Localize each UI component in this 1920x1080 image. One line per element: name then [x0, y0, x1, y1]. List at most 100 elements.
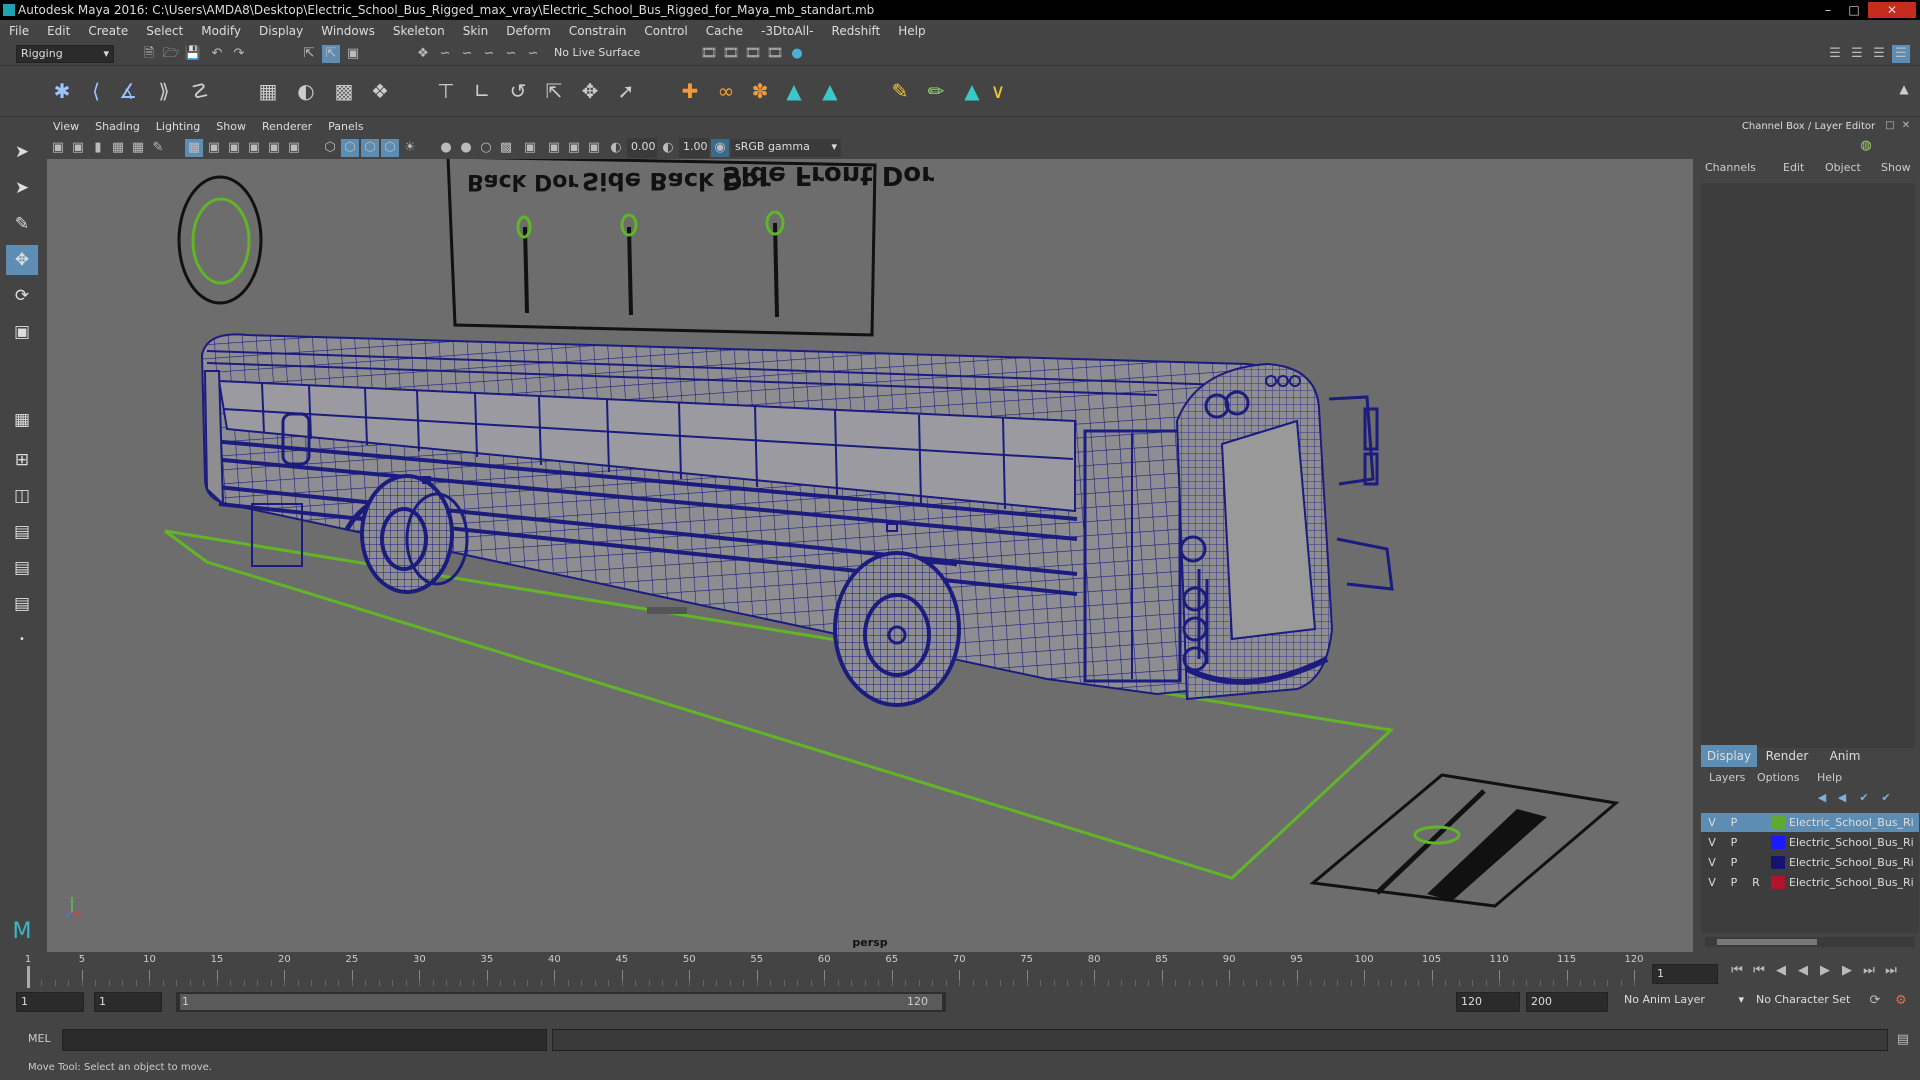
four-pane-layout-icon[interactable]: ⊞	[6, 445, 38, 475]
xray-components-icon[interactable]: ▣	[585, 139, 603, 157]
layer-reference-toggle[interactable]	[1747, 853, 1765, 872]
auto-key-icon[interactable]: ⟳	[1866, 992, 1884, 1010]
snap-view-plane-icon[interactable]: ∽	[480, 45, 498, 63]
panel-menu-view[interactable]: View	[45, 117, 87, 137]
mel-label[interactable]: MEL	[28, 1032, 51, 1045]
animation-preferences-icon[interactable]: ⚙	[1892, 992, 1910, 1010]
layer-visibility-toggle[interactable]: V	[1703, 833, 1721, 852]
motion-blur-icon[interactable]: ○	[477, 139, 495, 157]
front-plate-control[interactable]	[1309, 773, 1620, 908]
scale-tool-icon[interactable]: ▣	[6, 317, 38, 347]
layer-name[interactable]: Electric_School_Bus_Ri	[1789, 873, 1917, 892]
layer-visibility-toggle[interactable]: V	[1703, 813, 1721, 832]
shadows-icon[interactable]: ●	[437, 139, 455, 157]
snap-point-icon[interactable]: ∽	[458, 45, 476, 63]
perspective-viewport[interactable]: Side Front Dor Side Back Dor Back Dor pe…	[47, 159, 1693, 952]
bend-icon[interactable]: ∨	[984, 77, 1012, 105]
layer-scrollbar[interactable]	[1705, 937, 1915, 947]
menu-deform[interactable]: Deform	[497, 20, 560, 42]
select-hierarchy-icon[interactable]: ⇱	[300, 45, 318, 63]
exposure-icon[interactable]: ◐	[607, 139, 625, 157]
antialiasing-icon[interactable]: ▩	[497, 139, 515, 157]
colorspace-dropdown[interactable]: sRGB gamma ▾	[731, 139, 841, 157]
panel-menu-renderer[interactable]: Renderer	[254, 117, 320, 137]
menu-file[interactable]: File	[0, 20, 38, 42]
channels-menu[interactable]: Channels	[1705, 161, 1756, 174]
film-gate-icon[interactable]: ▣	[205, 139, 223, 157]
layer-row[interactable]: V P Electric_School_Bus_Ri	[1701, 833, 1919, 852]
textured-icon[interactable]: ⬡	[381, 139, 399, 157]
single-pane-layout-icon[interactable]: ▦	[6, 405, 38, 435]
tab-display[interactable]: Display	[1701, 745, 1757, 767]
two-pane-layout-icon[interactable]: ◫	[6, 481, 38, 511]
school-bus-mesh[interactable]	[200, 333, 1394, 707]
image-plane-icon[interactable]: ▦	[109, 139, 127, 157]
step-back-key-icon[interactable]: ⏮	[1750, 962, 1768, 980]
show-menu[interactable]: Show	[1881, 161, 1911, 174]
camera-attr-icon[interactable]: ▣	[69, 139, 87, 157]
menu-select[interactable]: Select	[137, 20, 192, 42]
menu-display[interactable]: Display	[250, 20, 312, 42]
edit-menu[interactable]: Edit	[1783, 161, 1804, 174]
shelf-scroll-icon[interactable]: ▲	[1890, 75, 1918, 103]
skeleton-icon[interactable]: ☡	[186, 77, 214, 105]
ik-handle-icon[interactable]: ∡	[114, 77, 142, 105]
hypershade-layout-icon[interactable]: ▤	[6, 589, 38, 619]
gamma-icon[interactable]: ◐	[659, 139, 677, 157]
hypershade-icon[interactable]: ●	[788, 45, 806, 63]
go-to-end-icon[interactable]: ⏭	[1882, 962, 1900, 980]
outliner-layout-icon[interactable]: ▤	[6, 517, 38, 547]
use-all-lights-icon[interactable]: ☀	[401, 139, 419, 157]
wrap-icon[interactable]: ❖	[366, 77, 394, 105]
grid-toggle-icon[interactable]: ▦	[185, 139, 203, 157]
menu-skin[interactable]: Skin	[454, 20, 498, 42]
blend-shape-icon[interactable]: ✽	[746, 77, 774, 105]
move-tool-icon[interactable]: ✥	[6, 245, 38, 275]
layer-visibility-toggle[interactable]: V	[1703, 853, 1721, 872]
panel-menu-panels[interactable]: Panels	[320, 117, 371, 137]
anim-layer-dropdown[interactable]: No Anim Layer ▾	[1620, 992, 1744, 1010]
more-layouts-icon[interactable]: •	[6, 625, 38, 655]
object-menu[interactable]: Object	[1825, 161, 1861, 174]
pin-icon[interactable]: ◍	[1857, 137, 1875, 155]
gate-mask-icon[interactable]: ▣	[245, 139, 263, 157]
layer-playback-toggle[interactable]: P	[1725, 813, 1743, 832]
layer-row[interactable]: V P Electric_School_Bus_Ri	[1701, 853, 1919, 872]
panel-menu-lighting[interactable]: Lighting	[148, 117, 208, 137]
layer-row[interactable]: V P Electric_School_Bus_Ri	[1701, 813, 1919, 832]
go-to-start-icon[interactable]: ⏮	[1728, 962, 1746, 980]
close-panel-icon[interactable]: ✕	[1897, 117, 1915, 135]
graph-layout-icon[interactable]: ▤	[6, 553, 38, 583]
paint-brush-icon[interactable]: ✏	[922, 77, 950, 105]
undo-icon[interactable]: ↶	[208, 45, 226, 63]
camera-select-icon[interactable]: ▣	[49, 139, 67, 157]
bind-skin-icon[interactable]: ▦	[254, 77, 282, 105]
new-layer-selected-icon[interactable]: ✔	[1877, 789, 1895, 807]
xray-icon[interactable]: ▣	[545, 139, 563, 157]
mel-input[interactable]	[62, 1029, 547, 1051]
smooth-bind-icon[interactable]: ◐	[292, 77, 320, 105]
panel-menu-shading[interactable]: Shading	[87, 117, 148, 137]
maximize-button[interactable]: □	[1842, 2, 1866, 18]
render-view-icon[interactable]: 🎞	[700, 45, 718, 63]
pan-zoom-icon[interactable]: ▦	[129, 139, 147, 157]
step-forward-key-icon[interactable]: ⏭	[1860, 962, 1878, 980]
panel-menu-show[interactable]: Show	[208, 117, 254, 137]
redo-icon[interactable]: ↷	[230, 45, 248, 63]
layer-name[interactable]: Electric_School_Bus_Ri	[1789, 853, 1917, 872]
layer-name[interactable]: Electric_School_Bus_Ri	[1789, 813, 1917, 832]
joint-tool-icon[interactable]: ✱	[48, 77, 76, 105]
ipr-render-icon[interactable]: 🎞	[744, 45, 762, 63]
minimize-button[interactable]: –	[1816, 2, 1840, 18]
cluster-icon[interactable]: ∞	[712, 77, 740, 105]
bookmark-icon[interactable]: ▮	[89, 139, 107, 157]
open-scene-icon[interactable]: 🗁	[162, 45, 180, 63]
gamma-field[interactable]: 1.00	[679, 138, 709, 158]
attribute-editor-icon[interactable]: ☰	[1848, 45, 1866, 63]
play-forward-icon[interactable]: ▶	[1816, 962, 1834, 980]
channel-box-toggle-icon[interactable]: ☰	[1892, 45, 1910, 63]
menu-control[interactable]: Control	[635, 20, 696, 42]
step-forward-frame-icon[interactable]: ▶	[1838, 962, 1856, 980]
snap-grid-icon[interactable]: ❖	[414, 45, 432, 63]
menu-cache[interactable]: Cache	[697, 20, 752, 42]
